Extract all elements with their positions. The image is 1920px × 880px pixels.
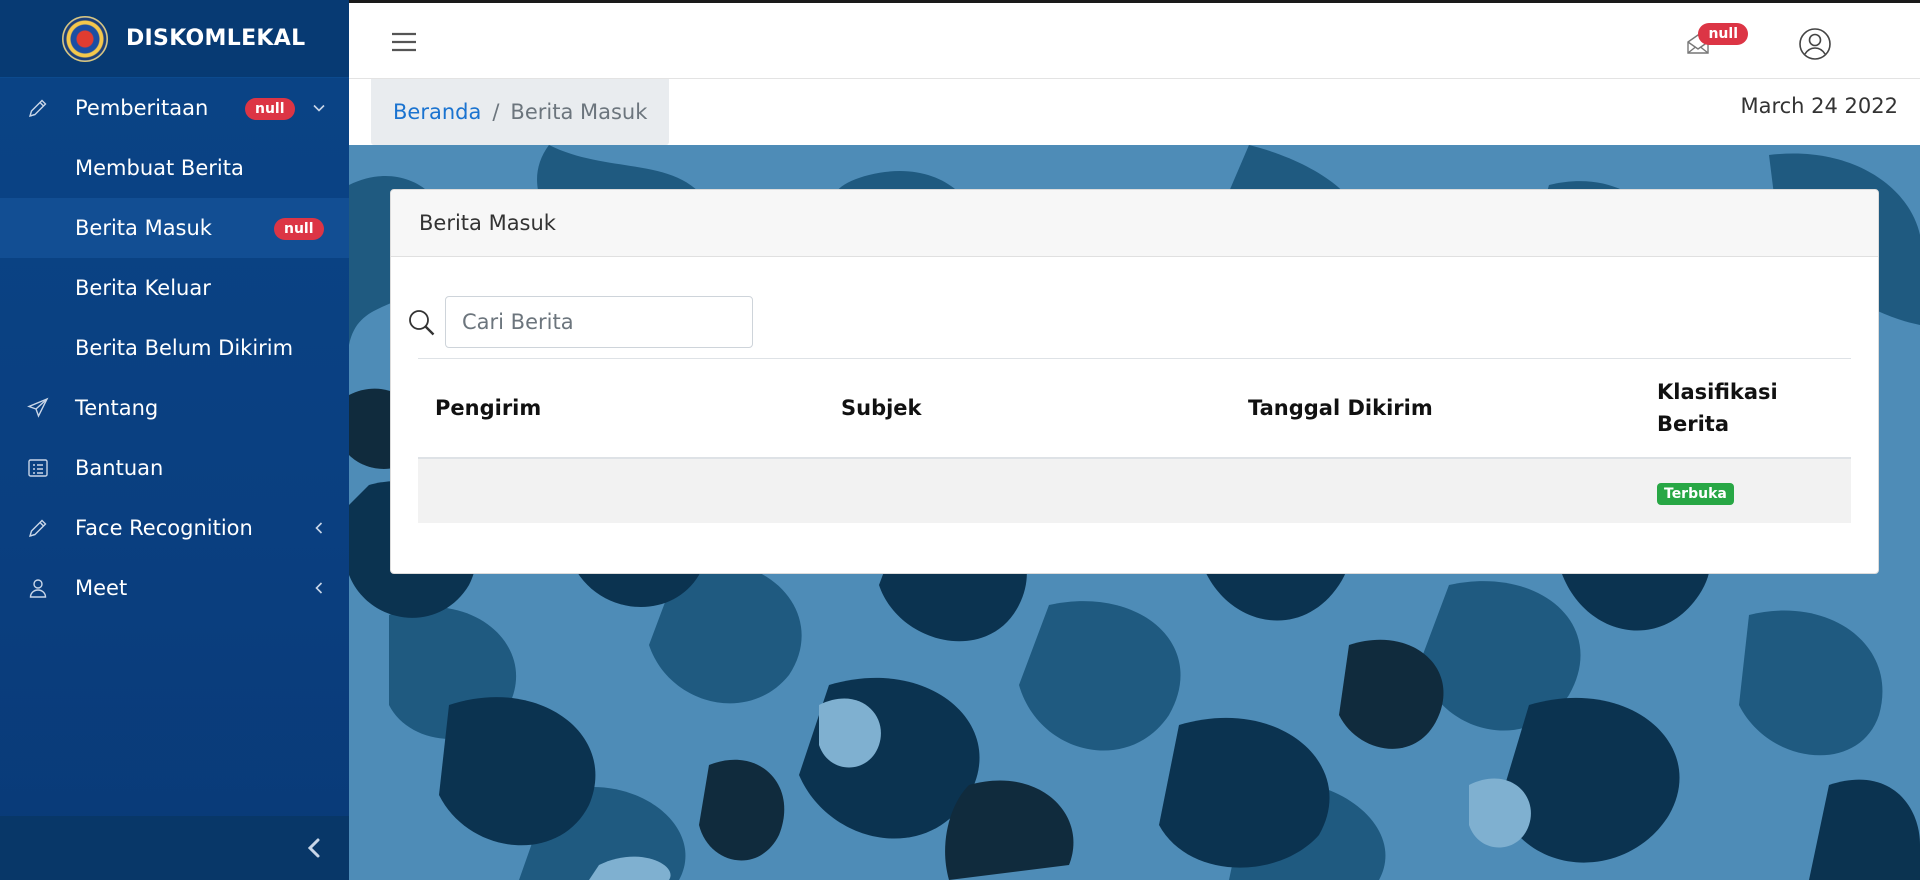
sidebar: DISKOMLEKAL Pemberitaan null Membuat Ber… [0,0,349,880]
chevron-left-icon[interactable] [311,580,327,596]
pencil-icon [28,99,47,118]
column-header-tanggal-dikirim[interactable]: Tanggal Dikirim [1248,359,1433,457]
chevron-down-icon[interactable] [311,100,327,116]
inbox-table: Pengirim Subjek Tanggal Dikirim Klasifik… [418,358,1851,523]
search-input[interactable] [445,296,753,348]
table-header: Pengirim Subjek Tanggal Dikirim Klasifik… [418,358,1851,459]
sidebar-item-label: Face Recognition [75,516,253,540]
collapse-sidebar-chevron-icon[interactable] [299,832,329,864]
breadcrumb-home-link[interactable]: Beranda [393,100,481,124]
card-title: Berita Masuk [391,190,1878,257]
sidebar-item-label: Bantuan [75,456,164,480]
search-icon [409,310,435,336]
sidebar-item-label: Berita Belum Dikirim [75,336,294,360]
sidebar-item-tentang[interactable]: Tentang [0,378,349,438]
list-icon [28,459,48,477]
sidebar-item-label: Tentang [75,396,159,420]
user-account-icon[interactable] [1798,27,1832,61]
sidebar-item-label: Berita Masuk [75,216,212,240]
pencil-icon [28,519,47,538]
brand-name: DISKOMLEKAL [126,26,306,51]
sidebar-item-bantuan[interactable]: Bantuan [0,438,349,498]
table-row[interactable]: Terbuka [418,459,1851,523]
breadcrumb: Beranda / Berita Masuk [371,79,670,145]
sidebar-item-label: Meet [75,576,128,600]
brand[interactable]: DISKOMLEKAL [0,0,349,78]
sidebar-item-label: Membuat Berita [75,156,244,180]
sidebar-item-membuat-berita[interactable]: Membuat Berita [0,138,349,198]
hamburger-menu-icon[interactable] [391,31,417,53]
breadcrumb-row: Beranda / Berita Masuk March 24 2022 [349,79,1920,145]
logo-icon [62,15,108,62]
chevron-left-icon[interactable] [311,520,327,536]
mail-notification-badge: null [1698,23,1748,45]
sidebar-item-pemberitaan[interactable]: Pemberitaan null [0,78,349,138]
sidebar-item-face-recognition[interactable]: Face Recognition [0,498,349,558]
notification-badge: null [274,218,324,240]
sidebar-item-berita-masuk[interactable]: Berita Masuk null [0,198,349,258]
sidebar-item-label: Pemberitaan [75,96,209,120]
breadcrumb-current: Berita Masuk [510,100,648,124]
column-header-klasifikasi-berita[interactable]: Klasifikasi Berita [1657,359,1797,457]
sidebar-item-berita-belum-dikirim[interactable]: Berita Belum Dikirim [0,318,349,378]
notification-badge: null [245,98,295,120]
column-header-subjek[interactable]: Subjek [841,359,922,457]
send-icon [27,397,49,418]
sidebar-footer [0,816,349,880]
column-header-pengirim[interactable]: Pengirim [435,359,541,457]
topbar: null [349,0,1920,79]
classification-badge: Terbuka [1657,483,1734,505]
current-date: March 24 2022 [1740,94,1898,118]
sidebar-item-meet[interactable]: Meet [0,558,349,618]
sidebar-item-label: Berita Keluar [75,276,211,300]
user-icon [29,579,47,598]
sidebar-item-berita-keluar[interactable]: Berita Keluar [0,258,349,318]
sidebar-menu: Pemberitaan null Membuat Berita Berita M… [0,78,349,618]
breadcrumb-separator: / [492,100,500,124]
inbox-card: Berita Masuk Pengirim Subjek Tanggal Dik… [390,189,1879,574]
